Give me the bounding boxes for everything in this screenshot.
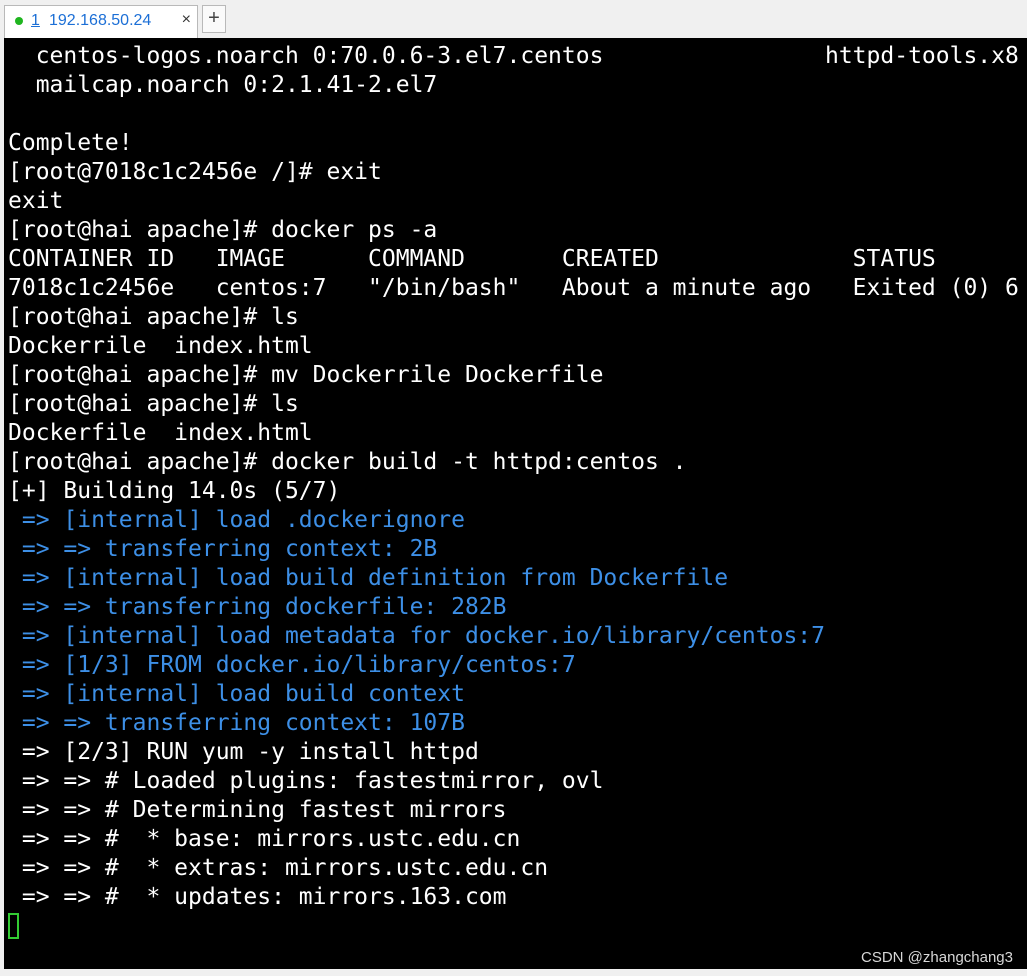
- terminal-line: => => # * extras: mirrors.ustc.edu.cn: [8, 855, 549, 881]
- terminal-line: CONTAINER ID IMAGE COMMAND CREATED STATU…: [8, 246, 936, 272]
- terminal-line: Dockerrile index.html: [8, 333, 313, 359]
- terminal-output[interactable]: centos-logos.noarch 0:70.0.6-3.el7.cento…: [4, 38, 1027, 969]
- terminal-line: mailcap.noarch 0:2.1.41-2.el7: [8, 72, 438, 98]
- terminal-line: centos-logos.noarch 0:70.0.6-3.el7.cento…: [8, 43, 1019, 69]
- tab-title: 192.168.50.24: [49, 12, 152, 29]
- terminal-line: => => # * updates: mirrors.163.com: [8, 884, 507, 910]
- terminal-line: [root@hai apache]# docker build -t httpd…: [8, 449, 687, 475]
- session-tab[interactable]: 1 192.168.50.24 ×: [4, 5, 198, 38]
- terminal-line: => => transferring context: 2B: [8, 536, 438, 562]
- terminal-line: => => # * base: mirrors.ustc.edu.cn: [8, 826, 521, 852]
- terminal-line: => [2/3] RUN yum -y install httpd: [8, 739, 479, 765]
- new-tab-button[interactable]: +: [202, 5, 226, 33]
- watermark: CSDN @zhangchang3: [861, 949, 1013, 966]
- text-cursor: [8, 913, 19, 939]
- terminal-line: => [internal] load metadata for docker.i…: [8, 623, 825, 649]
- terminal-line: => [internal] load build definition from…: [8, 565, 729, 591]
- prompt-line[interactable]: [8, 912, 1027, 941]
- terminal-window: 1 192.168.50.24 × + centos-logos.noarch …: [0, 0, 1027, 976]
- terminal-line: => => transferring dockerfile: 282B: [8, 594, 507, 620]
- terminal-line: [root@7018c1c2456e /]# exit: [8, 159, 382, 185]
- terminal-line: [root@hai apache]# docker ps -a: [8, 217, 438, 243]
- terminal-line: Complete!: [8, 130, 133, 156]
- terminal-line: Dockerfile index.html: [8, 420, 313, 446]
- terminal-line: [+] Building 14.0s (5/7): [8, 478, 341, 504]
- terminal-line: => => transferring context: 107B: [8, 710, 465, 736]
- connection-status-icon: [15, 17, 23, 25]
- terminal-line: => => # Loaded plugins: fastestmirror, o…: [8, 768, 604, 794]
- tab-bar: 1 192.168.50.24 × +: [0, 0, 1027, 38]
- terminal-line: [root@hai apache]# mv Dockerrile Dockerf…: [8, 362, 604, 388]
- terminal-line: => [internal] load build context: [8, 681, 465, 707]
- terminal-line: => [internal] load .dockerignore: [8, 507, 465, 533]
- close-icon[interactable]: ×: [182, 11, 191, 29]
- tab-index: 1: [31, 12, 40, 29]
- terminal-line: exit: [8, 188, 64, 214]
- terminal-line: => [1/3] FROM docker.io/library/centos:7: [8, 652, 576, 678]
- terminal-line: => => # Determining fastest mirrors: [8, 797, 507, 823]
- terminal-line: [root@hai apache]# ls: [8, 304, 299, 330]
- terminal-line: 7018c1c2456e centos:7 "/bin/bash" About …: [8, 275, 1019, 301]
- terminal-line: [root@hai apache]# ls: [8, 391, 299, 417]
